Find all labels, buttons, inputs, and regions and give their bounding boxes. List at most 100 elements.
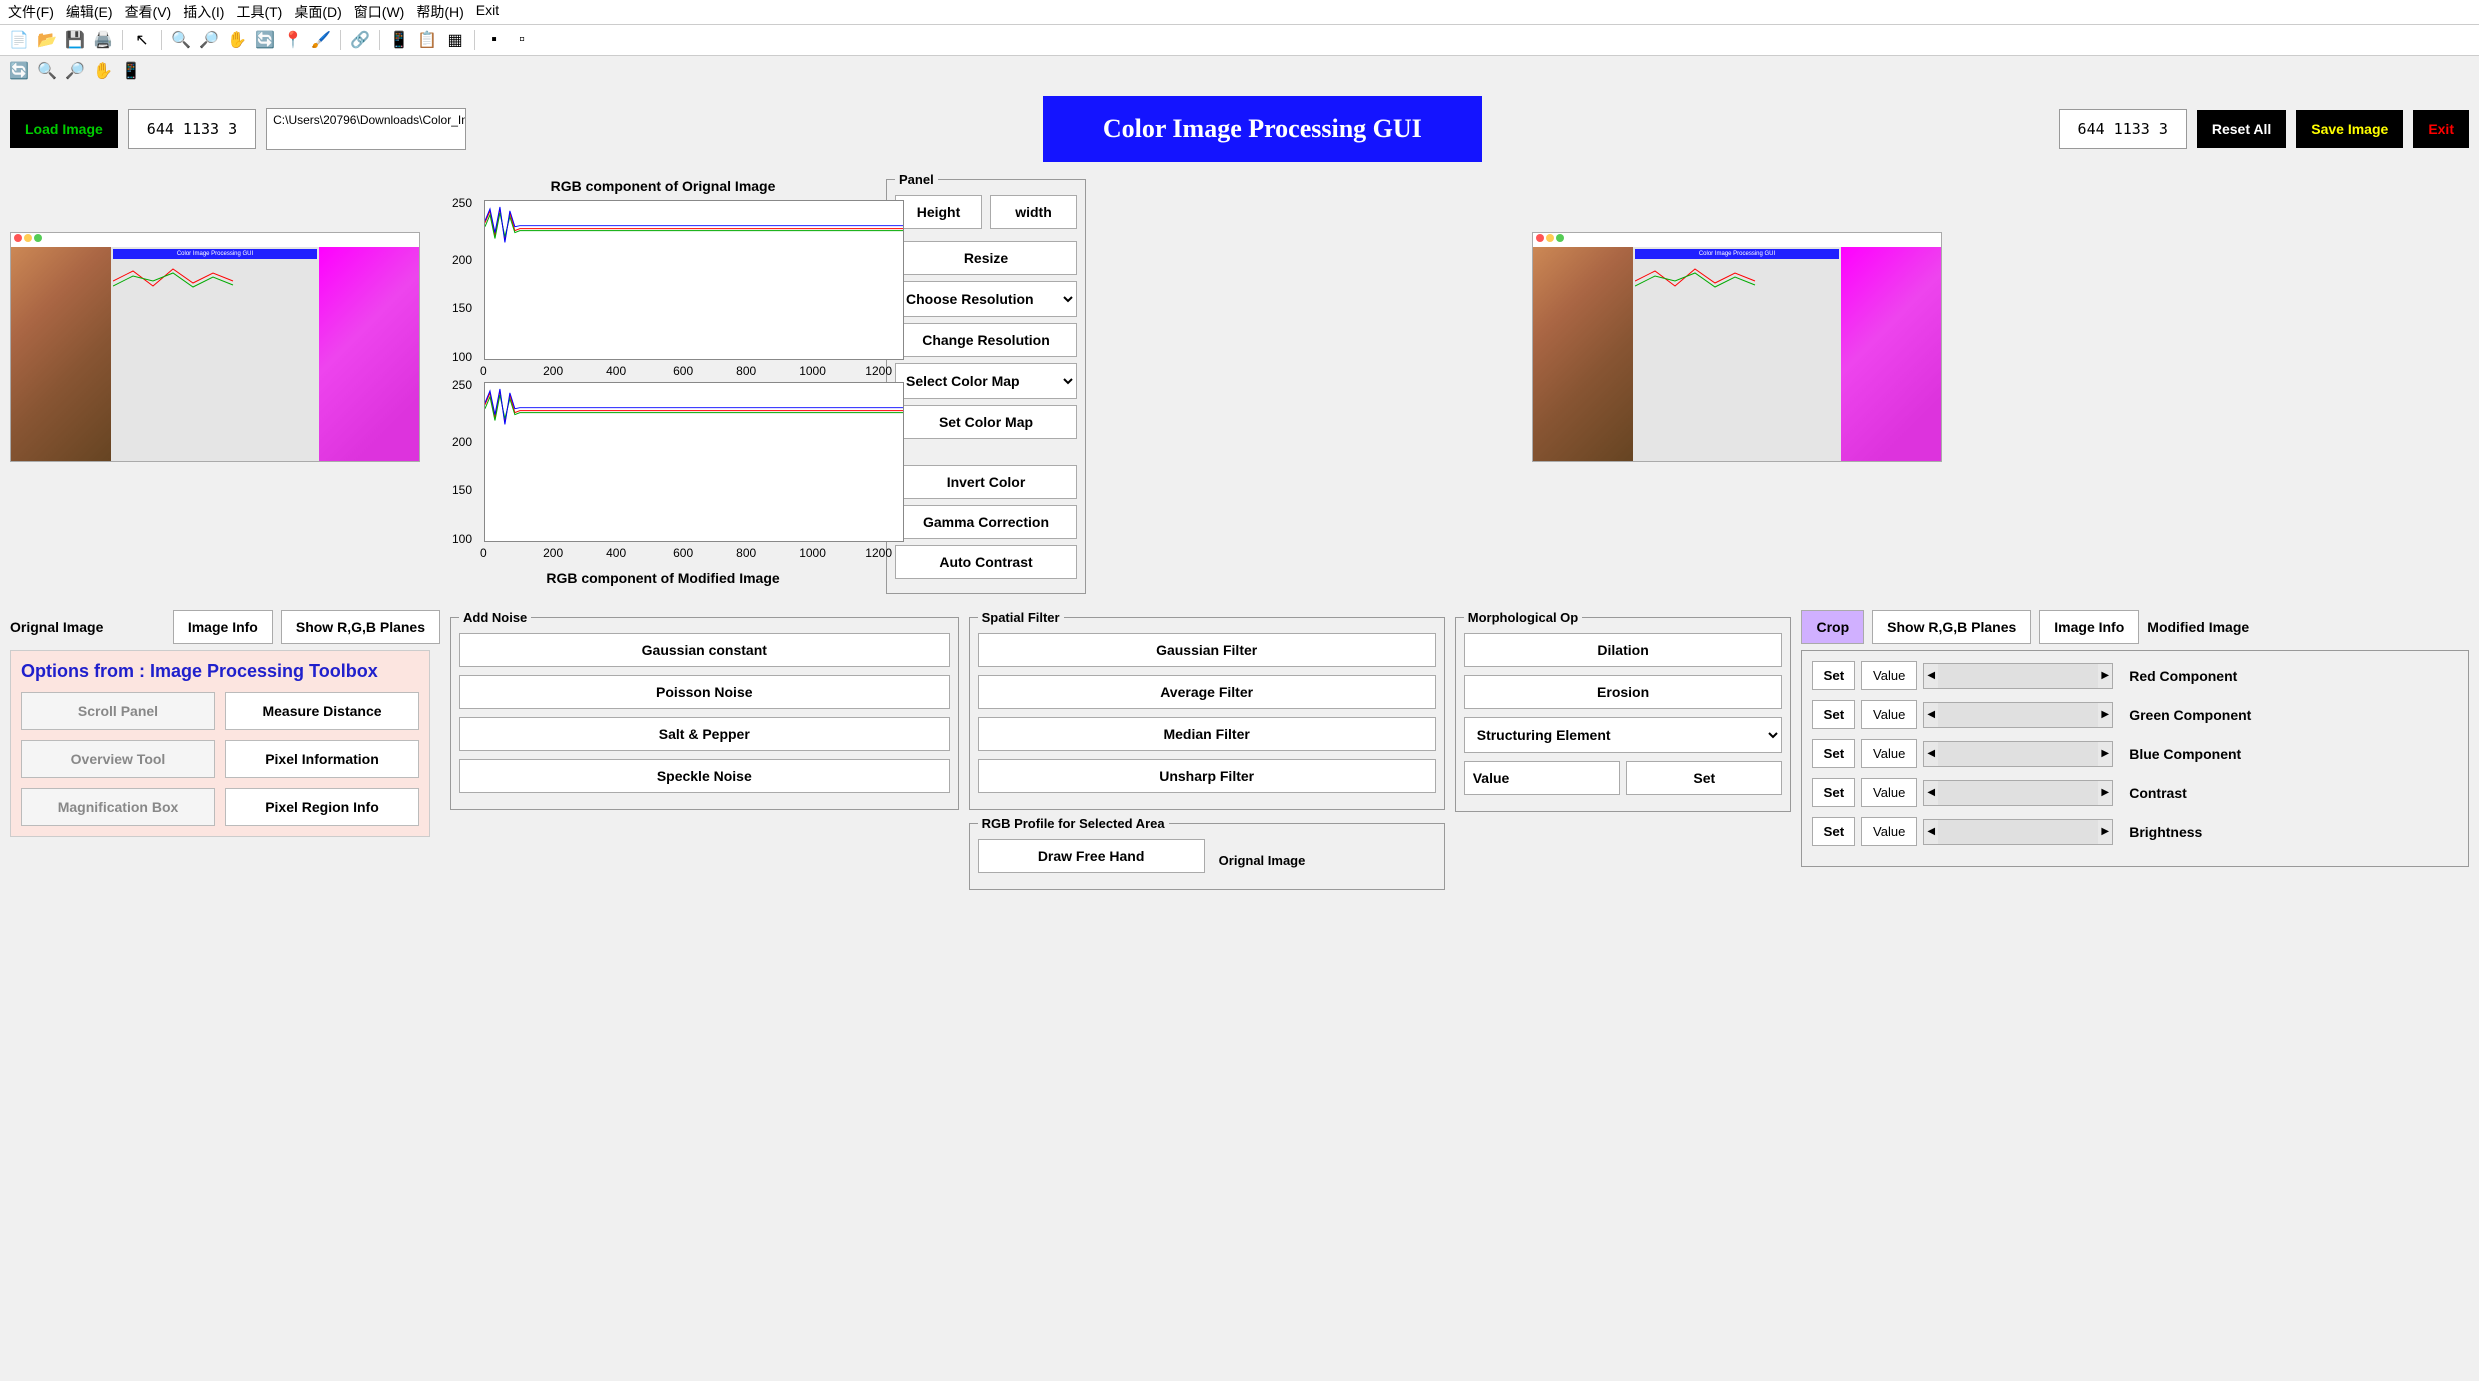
x-tick: 1000: [799, 546, 826, 560]
rotate-icon[interactable]: 🔄: [254, 29, 276, 51]
legend-icon[interactable]: 📋: [416, 29, 438, 51]
unsharp-filter-button[interactable]: Unsharp Filter: [978, 759, 1436, 793]
pan-icon[interactable]: ✋: [226, 29, 248, 51]
slider-right-icon[interactable]: ▶: [2098, 820, 2112, 844]
height-button[interactable]: Height: [895, 195, 982, 229]
reset-all-button[interactable]: Reset All: [2197, 110, 2286, 148]
x-tick: 600: [673, 364, 693, 378]
set-colormap-button[interactable]: Set Color Map: [895, 405, 1077, 439]
salt-pepper-button[interactable]: Salt & Pepper: [459, 717, 950, 751]
refresh-icon[interactable]: 🔄: [8, 60, 30, 82]
slider-left-icon[interactable]: ◀: [1924, 703, 1938, 727]
set-blue-button[interactable]: Set: [1812, 739, 1855, 768]
brush-icon[interactable]: 🖌️: [310, 29, 332, 51]
zoom-out2-icon[interactable]: 🔎: [64, 60, 86, 82]
slider-left-icon[interactable]: ◀: [1924, 664, 1938, 688]
exit-button[interactable]: Exit: [2413, 110, 2469, 148]
menu-exit[interactable]: Exit: [476, 2, 499, 22]
zoom-in2-icon[interactable]: 🔍: [36, 60, 58, 82]
width-button[interactable]: width: [990, 195, 1077, 229]
slider-right-icon[interactable]: ▶: [2098, 742, 2112, 766]
device-icon[interactable]: 📱: [120, 60, 142, 82]
menu-help[interactable]: 帮助(H): [416, 2, 463, 22]
slider-right-icon[interactable]: ▶: [2098, 703, 2112, 727]
modified-image-label: Modified Image: [2147, 611, 2249, 643]
show-rgb-planes-button-right[interactable]: Show R,G,B Planes: [1872, 610, 2031, 644]
datatip-icon[interactable]: 📍: [282, 29, 304, 51]
median-filter-button[interactable]: Median Filter: [978, 717, 1436, 751]
open-icon[interactable]: 📂: [36, 29, 58, 51]
menu-edit[interactable]: 编辑(E): [66, 2, 113, 22]
pixel-information-button[interactable]: Pixel Information: [225, 740, 419, 778]
tool2-icon[interactable]: ▫: [511, 29, 533, 51]
structuring-element-select[interactable]: Structuring Element: [1464, 717, 1783, 753]
menu-view[interactable]: 查看(V): [125, 2, 172, 22]
tool1-icon[interactable]: ▪: [483, 29, 505, 51]
load-image-button[interactable]: Load Image: [10, 110, 118, 148]
save-icon[interactable]: 💾: [64, 29, 86, 51]
measure-distance-button[interactable]: Measure Distance: [225, 692, 419, 730]
set-contrast-button[interactable]: Set: [1812, 778, 1855, 807]
slider-left-icon[interactable]: ◀: [1924, 781, 1938, 805]
link-icon[interactable]: 🔗: [349, 29, 371, 51]
overview-tool-button[interactable]: Overview Tool: [21, 740, 215, 778]
x-tick: 1200: [865, 364, 892, 378]
invert-color-button[interactable]: Invert Color: [895, 465, 1077, 499]
menu-insert[interactable]: 插入(I): [183, 2, 224, 22]
new-icon[interactable]: 📄: [8, 29, 30, 51]
pan2-icon[interactable]: ✋: [92, 60, 114, 82]
select-colormap-select[interactable]: Select Color Map: [895, 363, 1077, 399]
resize-button[interactable]: Resize: [895, 241, 1077, 275]
image-info-button-right[interactable]: Image Info: [2039, 610, 2139, 644]
y-tick: 150: [452, 301, 472, 315]
gaussian-filter-button[interactable]: Gaussian Filter: [978, 633, 1436, 667]
menu-desktop[interactable]: 桌面(D): [294, 2, 341, 22]
set-green-button[interactable]: Set: [1812, 700, 1855, 729]
pixel-region-info-button[interactable]: Pixel Region Info: [225, 788, 419, 826]
original-image-preview: Color Image Processing GUI: [10, 232, 420, 462]
set-red-button[interactable]: Set: [1812, 661, 1855, 690]
colorbar-icon[interactable]: 📱: [388, 29, 410, 51]
morph-set-button[interactable]: Set: [1626, 761, 1782, 795]
slider-right-icon[interactable]: ▶: [2098, 664, 2112, 688]
erosion-button[interactable]: Erosion: [1464, 675, 1783, 709]
slider-left-icon[interactable]: ◀: [1924, 742, 1938, 766]
show-rgb-planes-button-left[interactable]: Show R,G,B Planes: [281, 610, 440, 644]
gaussian-noise-button[interactable]: Gaussian constant: [459, 633, 950, 667]
gamma-correction-button[interactable]: Gamma Correction: [895, 505, 1077, 539]
magnification-box-button[interactable]: Magnification Box: [21, 788, 215, 826]
blue-slider[interactable]: ◀▶: [1923, 741, 2113, 767]
green-value: Value: [1861, 700, 1917, 729]
change-resolution-button[interactable]: Change Resolution: [895, 323, 1077, 357]
zoom-in-icon[interactable]: 🔍: [170, 29, 192, 51]
menu-file[interactable]: 文件(F): [8, 2, 54, 22]
components-fieldset: Set Value ◀▶ Red Component Set Value ◀▶ …: [1801, 650, 2469, 867]
slider-right-icon[interactable]: ▶: [2098, 781, 2112, 805]
save-image-button[interactable]: Save Image: [2296, 110, 2403, 148]
red-component-label: Red Component: [2129, 668, 2237, 684]
menu-tools[interactable]: 工具(T): [236, 2, 282, 22]
print-icon[interactable]: 🖨️: [92, 29, 114, 51]
axes-icon[interactable]: ▦: [444, 29, 466, 51]
choose-resolution-select[interactable]: Choose Resolution: [895, 281, 1077, 317]
contrast-slider[interactable]: ◀▶: [1923, 780, 2113, 806]
speckle-noise-button[interactable]: Speckle Noise: [459, 759, 950, 793]
crop-button[interactable]: Crop: [1801, 610, 1864, 644]
brightness-slider[interactable]: ◀▶: [1923, 819, 2113, 845]
original-image-label: Orignal Image: [10, 611, 103, 643]
scroll-panel-button[interactable]: Scroll Panel: [21, 692, 215, 730]
average-filter-button[interactable]: Average Filter: [978, 675, 1436, 709]
pointer-icon[interactable]: ↖: [131, 29, 153, 51]
dilation-button[interactable]: Dilation: [1464, 633, 1783, 667]
y-tick: 200: [452, 435, 472, 449]
slider-left-icon[interactable]: ◀: [1924, 820, 1938, 844]
red-slider[interactable]: ◀▶: [1923, 663, 2113, 689]
auto-contrast-button[interactable]: Auto Contrast: [895, 545, 1077, 579]
draw-free-hand-button[interactable]: Draw Free Hand: [978, 839, 1205, 873]
menu-window[interactable]: 窗口(W): [354, 2, 405, 22]
zoom-out-icon[interactable]: 🔎: [198, 29, 220, 51]
image-info-button-left[interactable]: Image Info: [173, 610, 273, 644]
poisson-noise-button[interactable]: Poisson Noise: [459, 675, 950, 709]
set-brightness-button[interactable]: Set: [1812, 817, 1855, 846]
green-slider[interactable]: ◀▶: [1923, 702, 2113, 728]
